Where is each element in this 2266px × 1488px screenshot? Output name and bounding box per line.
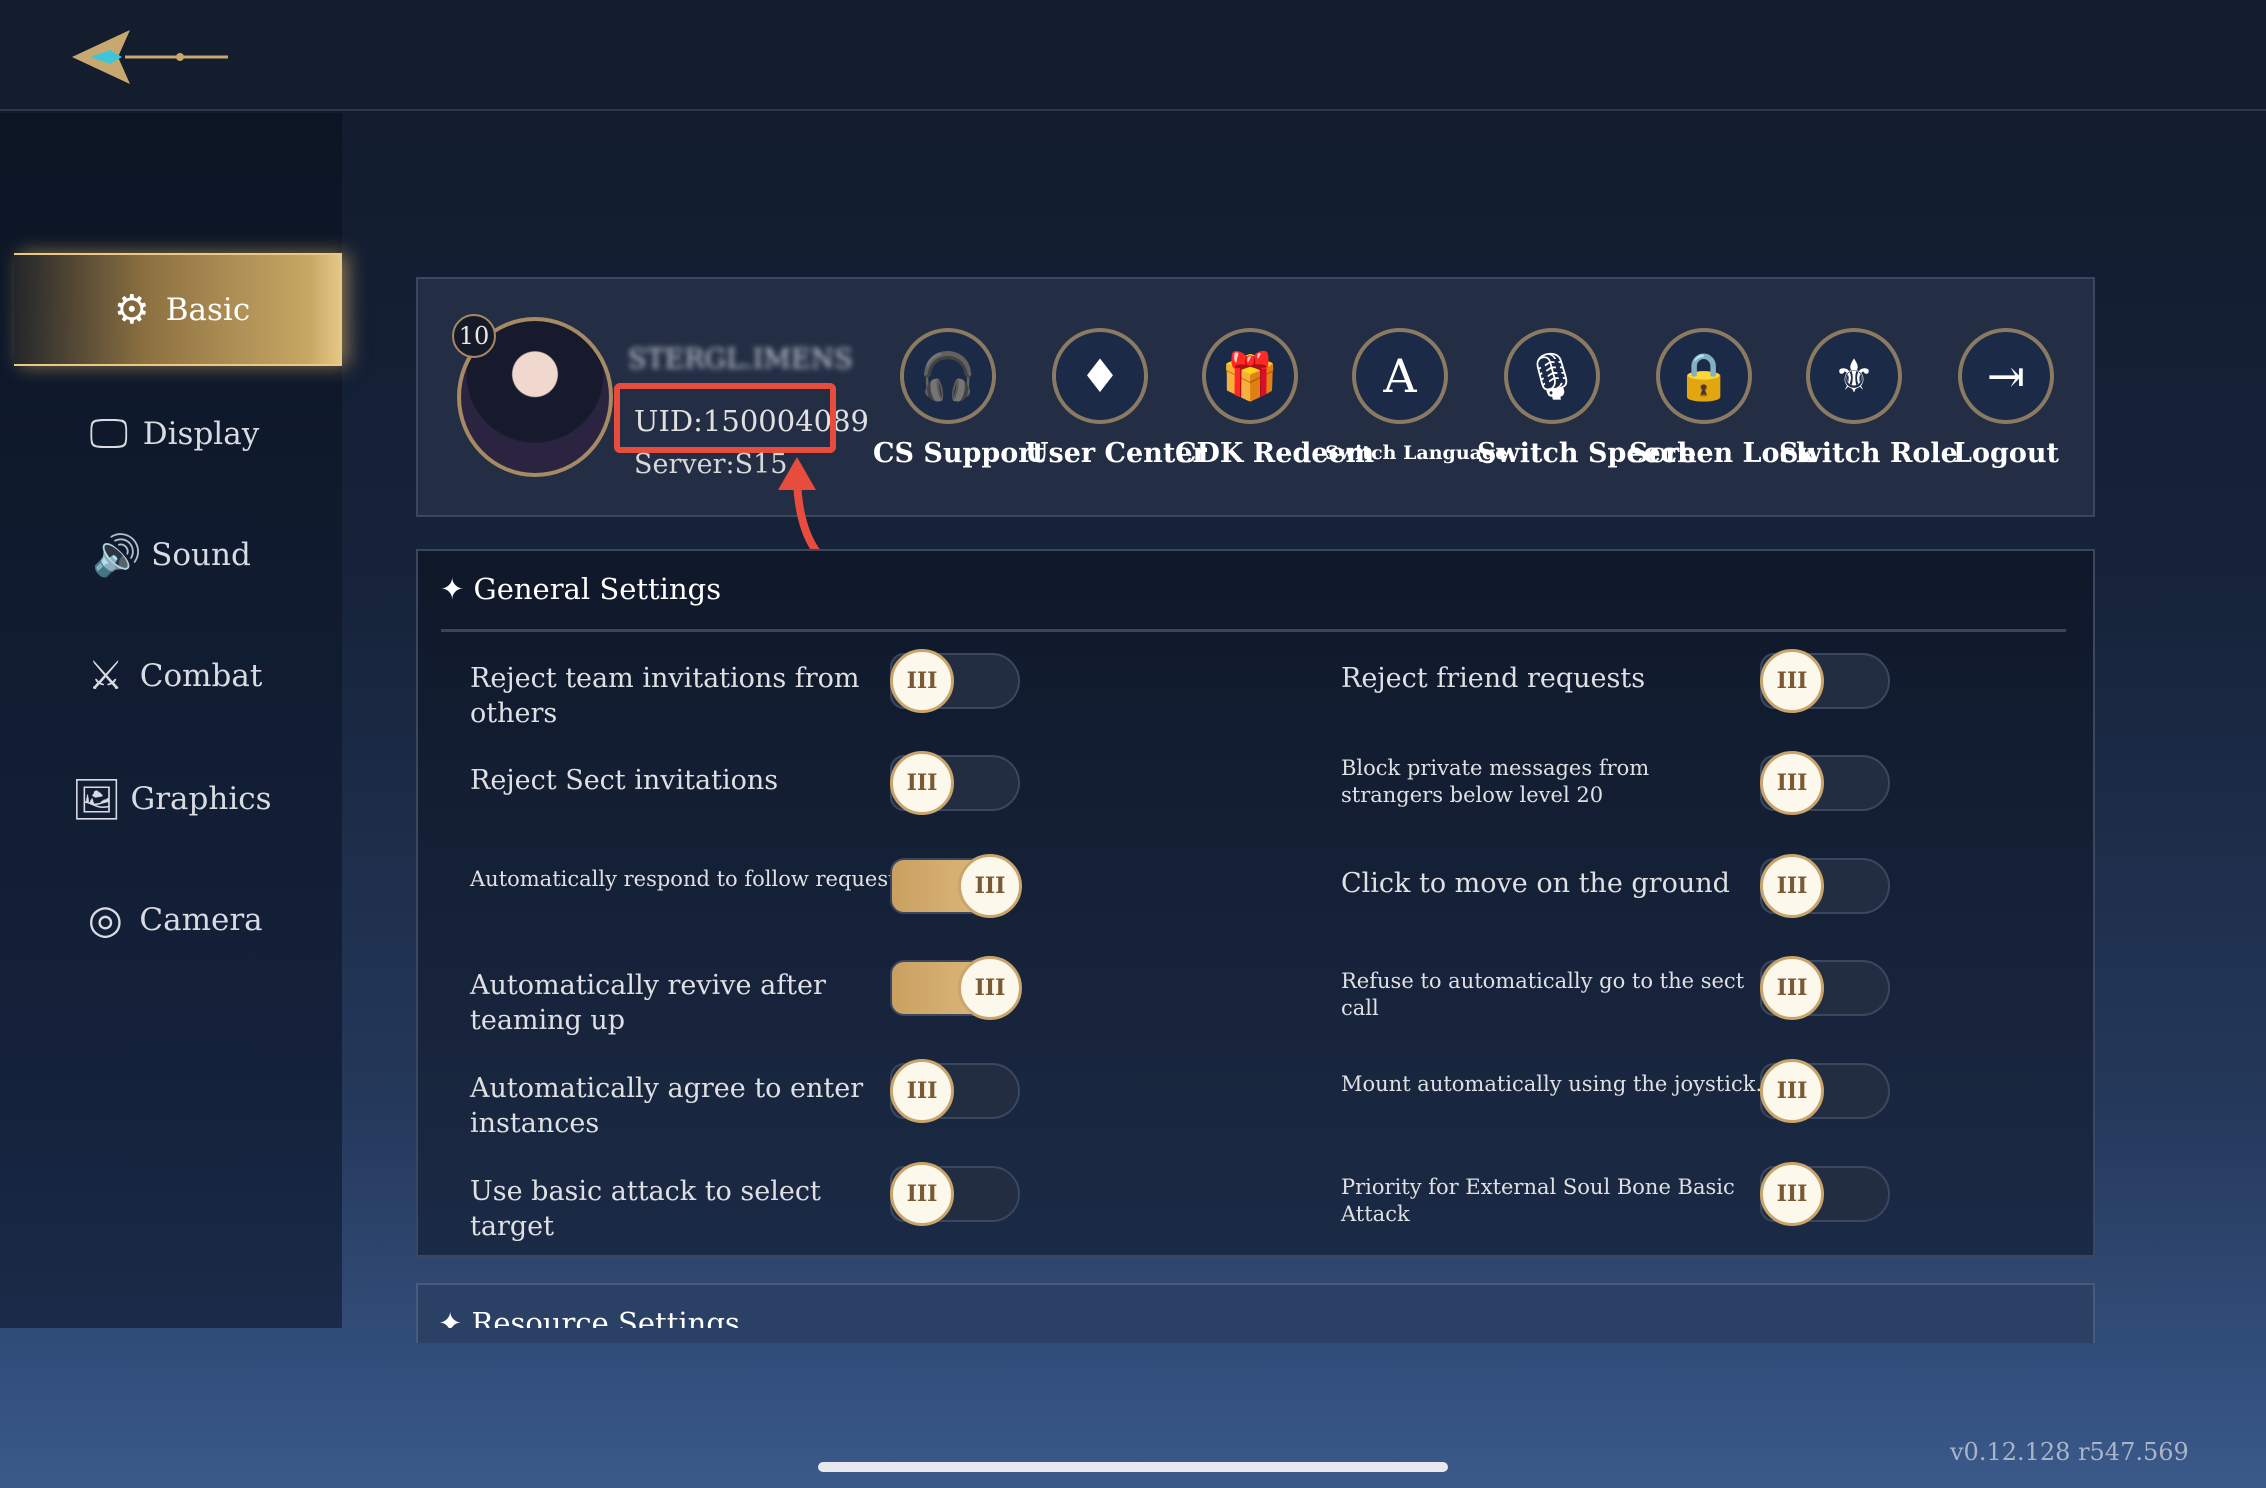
logout-button[interactable]: ⇥ Logout bbox=[1931, 328, 2081, 469]
sidebar-item-display[interactable]: 🖵 Display bbox=[0, 384, 342, 484]
monitor-icon: 🖵 bbox=[89, 411, 129, 457]
toggle-knob-icon: III bbox=[890, 1162, 954, 1226]
action-label: User Center bbox=[1025, 438, 1207, 469]
toggle-knob-icon: III bbox=[958, 956, 1022, 1020]
gears-icon: ⚙ bbox=[113, 286, 150, 333]
setting-toggle[interactable]: III bbox=[890, 1059, 1020, 1123]
setting-toggle[interactable]: III bbox=[890, 1162, 1020, 1226]
setting-label: Use basic attack to select target bbox=[470, 1176, 821, 1243]
cdk-redeem-button[interactable]: 🎁 CDK Redeem bbox=[1175, 328, 1375, 469]
setting-toggle[interactable]: III bbox=[1760, 1059, 1890, 1123]
version-label: v0.12.128 r547.569 bbox=[1950, 1438, 2189, 1466]
setting-label: Reject Sect invitations bbox=[470, 765, 779, 796]
setting-label: Automatically agree to enter instances bbox=[470, 1073, 864, 1140]
sidebar-item-label: Basic bbox=[165, 291, 251, 328]
setting-label: Priority for External Soul Bone Basic At… bbox=[1341, 1175, 1735, 1227]
sword-gear-icon: ⚔ bbox=[87, 653, 124, 699]
switch-language-button[interactable]: A Switch Language bbox=[1325, 328, 1508, 464]
setting-toggle[interactable]: III bbox=[1760, 1162, 1890, 1226]
sidebar-item-label: Graphics bbox=[130, 781, 272, 817]
setting-toggle[interactable]: III bbox=[890, 649, 1020, 713]
sidebar-item-label: Display bbox=[142, 416, 260, 452]
setting-toggle[interactable]: III bbox=[1760, 649, 1890, 713]
speaker-icon: 🔊 bbox=[92, 532, 143, 579]
setting-label: Reject team invitations from others bbox=[470, 663, 860, 730]
action-label: CDK Redeem bbox=[1175, 438, 1375, 469]
toggle-knob-icon: III bbox=[890, 751, 954, 815]
sidebar-item-label: Camera bbox=[139, 902, 263, 938]
uid-highlight-box bbox=[614, 383, 836, 453]
screen-lock-button[interactable]: 🔒 Screen Lock bbox=[1629, 328, 1815, 469]
action-label: CS Support bbox=[873, 438, 1045, 469]
action-label: Screen Lock bbox=[1629, 438, 1815, 469]
action-label: Switch Language bbox=[1325, 442, 1508, 464]
sidebar-item-basic[interactable]: ⚙ Basic bbox=[14, 253, 342, 366]
toggle-knob-icon: III bbox=[1760, 649, 1824, 713]
user-center-icon: ♦ bbox=[1052, 328, 1148, 424]
switch-speech-button[interactable]: 🎙 Switch Speech bbox=[1477, 328, 1697, 469]
sidebar-item-combat[interactable]: ⚔ Combat bbox=[0, 626, 342, 726]
home-indicator[interactable] bbox=[818, 1462, 1448, 1472]
setting-label: Mount automatically using the joystick. bbox=[1341, 1072, 1763, 1096]
resource-settings-title[interactable]: ✦ Resource Settings bbox=[438, 1306, 740, 1328]
toggle-knob-icon: III bbox=[1760, 1162, 1824, 1226]
level-badge: 10 bbox=[452, 314, 496, 358]
toggle-knob-icon: III bbox=[958, 854, 1022, 918]
sidebar-item-sound[interactable]: 🔊 Sound bbox=[0, 505, 342, 605]
cs-support-button[interactable]: 🎧 CS Support bbox=[873, 328, 1045, 469]
microphone-icon: 🎙 bbox=[1504, 328, 1600, 424]
divider bbox=[441, 629, 2066, 632]
sidebar-item-graphics[interactable]: 🖼 Graphics bbox=[0, 749, 342, 849]
toggle-knob-icon: III bbox=[1760, 751, 1824, 815]
role-emblem-icon: ⚜ bbox=[1806, 328, 1902, 424]
headphones-icon: 🎧 bbox=[900, 328, 996, 424]
setting-label: Automatically respond to follow requests bbox=[470, 867, 908, 891]
player-name: STERGL.IMENS bbox=[628, 344, 853, 375]
picture-icon: 🖼 bbox=[71, 776, 122, 823]
setting-label: Reject friend requests bbox=[1341, 663, 1646, 694]
camera-icon: ◎ bbox=[87, 897, 123, 943]
action-label: Switch Speech bbox=[1477, 438, 1697, 469]
switch-role-button[interactable]: ⚜ Switch Role bbox=[1779, 328, 1958, 469]
lock-rotate-icon: 🔒 bbox=[1656, 328, 1752, 424]
setting-toggle[interactable]: III bbox=[1760, 854, 1890, 918]
setting-label: Refuse to automatically go to the sect c… bbox=[1341, 969, 1745, 1021]
action-label: Logout bbox=[1953, 438, 2059, 469]
language-icon: A bbox=[1352, 328, 1448, 424]
action-label: Switch Role bbox=[1779, 438, 1958, 469]
setting-label: Automatically revive after teaming up bbox=[470, 970, 826, 1037]
general-settings-title: ✦ General Settings bbox=[440, 572, 722, 606]
setting-label: Click to move on the ground bbox=[1341, 868, 1730, 899]
sidebar-item-camera[interactable]: ◎ Camera bbox=[0, 870, 342, 970]
toggle-knob-icon: III bbox=[890, 649, 954, 713]
sidebar-item-label: Combat bbox=[139, 658, 263, 694]
user-center-button[interactable]: ♦ User Center bbox=[1025, 328, 1207, 469]
section-title: General Settings bbox=[473, 572, 722, 606]
toggle-knob-icon: III bbox=[1760, 854, 1824, 918]
toggle-knob-icon: III bbox=[1760, 1059, 1824, 1123]
setting-toggle[interactable]: III bbox=[890, 854, 1022, 918]
top-bar bbox=[0, 0, 2266, 111]
gift-icon: 🎁 bbox=[1202, 328, 1298, 424]
setting-label: Block private messages from strangers be… bbox=[1341, 756, 1650, 808]
setting-toggle[interactable]: III bbox=[890, 956, 1022, 1020]
setting-toggle[interactable]: III bbox=[1760, 956, 1890, 1020]
server-text: Server:S15 bbox=[634, 449, 788, 480]
game-logo-icon bbox=[72, 30, 228, 84]
section-title: Resource Settings bbox=[471, 1306, 740, 1328]
toggle-knob-icon: III bbox=[1760, 956, 1824, 1020]
setting-toggle[interactable]: III bbox=[1760, 751, 1890, 815]
toggle-knob-icon: III bbox=[890, 1059, 954, 1123]
sidebar-item-label: Sound bbox=[151, 537, 251, 573]
setting-toggle[interactable]: III bbox=[890, 751, 1020, 815]
logout-icon: ⇥ bbox=[1958, 328, 2054, 424]
